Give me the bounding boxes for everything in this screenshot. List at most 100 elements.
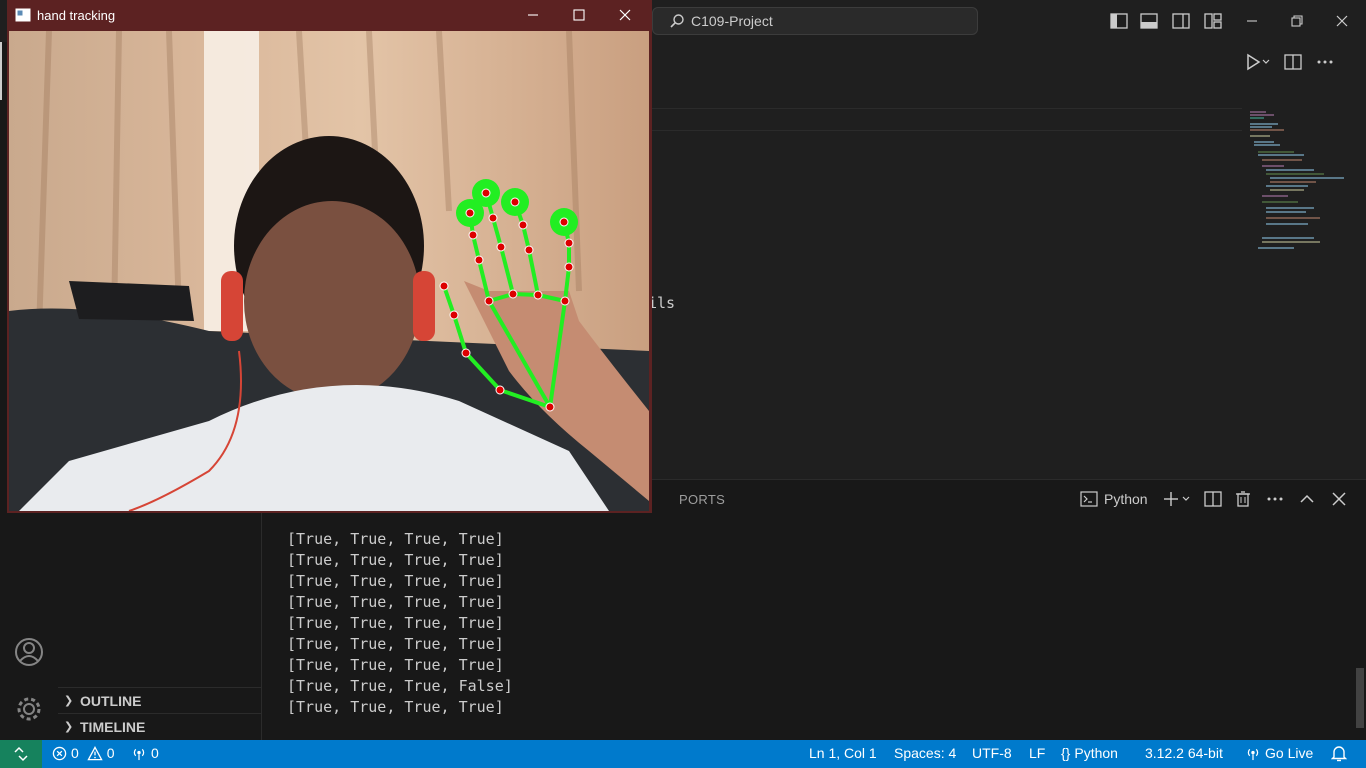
right-headphone	[413, 271, 435, 341]
maximize-panel-icon[interactable]	[1298, 490, 1316, 508]
encoding[interactable]: UTF-8	[972, 745, 1012, 761]
terminal-line: [True, True, True, True]	[287, 698, 504, 716]
maximize-icon	[573, 9, 585, 21]
more-actions-icon[interactable]	[1316, 53, 1334, 71]
braces-icon: {}	[1061, 745, 1071, 761]
landmark-point	[510, 197, 520, 207]
bag	[69, 281, 194, 321]
window-maximize-button[interactable]	[567, 5, 591, 25]
close-icon	[619, 9, 631, 21]
end-of-line[interactable]: LF	[1029, 745, 1045, 761]
landmark-point	[488, 213, 498, 223]
terminal-line: [True, True, True, True]	[287, 635, 504, 653]
new-terminal-icon[interactable]	[1162, 490, 1192, 508]
landmark-point	[533, 290, 543, 300]
terminal-line: [True, True, True, True]	[287, 614, 504, 632]
terminal-line: [True, True, True, True]	[287, 656, 504, 674]
terminal-line: [True, True, True, False]	[287, 677, 513, 695]
landmark-point	[461, 348, 471, 358]
language-mode[interactable]: {} Python	[1061, 745, 1118, 761]
go-live-button[interactable]: Go Live	[1245, 745, 1313, 761]
landmark-point	[545, 402, 555, 412]
outline-section[interactable]: ❯ OUTLINE	[58, 687, 262, 713]
landmark-point	[439, 281, 449, 291]
warning-count: 0	[106, 745, 115, 761]
split-editor-icon[interactable]	[1284, 53, 1302, 71]
remote-icon	[14, 746, 28, 762]
ports-indicator[interactable]: 0	[131, 745, 159, 761]
search-label: C109-Project	[691, 13, 773, 29]
command-center-search[interactable]: C109-Project	[652, 7, 978, 35]
landmark-point	[508, 289, 518, 299]
landmark-point	[559, 217, 569, 227]
landmark-point	[496, 242, 506, 252]
python-interpreter[interactable]: 3.12.2 64-bit	[1145, 745, 1223, 761]
warning-icon	[87, 745, 103, 760]
landmark-point	[481, 188, 491, 198]
landmark-point	[468, 230, 478, 240]
terminal-output[interactable]: [True, True, True, True] [True, True, Tr…	[287, 529, 513, 718]
code-fragment: ils	[648, 294, 676, 312]
landmark-point	[495, 385, 505, 395]
landmark-point	[524, 245, 534, 255]
terminal-line: [True, True, True, True]	[287, 572, 504, 590]
language-label: Python	[1074, 745, 1118, 761]
broadcast-icon	[133, 748, 145, 760]
timeline-section[interactable]: ❯ TIMELINE	[58, 713, 262, 739]
minimap[interactable]	[1244, 108, 1354, 268]
terminal-icon	[1080, 491, 1098, 507]
camera-feed	[9, 31, 649, 511]
terminal-profile-label[interactable]: Python	[1104, 491, 1148, 507]
terminal-line: [True, True, True, True]	[287, 593, 504, 611]
landmark-point	[564, 238, 574, 248]
cursor-position[interactable]: Ln 1, Col 1	[809, 745, 877, 761]
ports-count: 0	[151, 745, 159, 761]
window-minimize-button[interactable]	[521, 5, 545, 25]
play-icon[interactable]	[1244, 52, 1270, 72]
landmark-point	[465, 208, 475, 218]
terminal-toolbar: Python	[1080, 490, 1348, 508]
chevron-right-icon: ❯	[64, 721, 74, 733]
left-headphone	[221, 271, 243, 341]
customize-layout-icon[interactable]	[1204, 12, 1222, 30]
split-terminal-icon[interactable]	[1203, 490, 1222, 508]
landmark-point	[564, 262, 574, 272]
timeline-label: TIMELINE	[80, 718, 146, 735]
landmark-point	[518, 220, 528, 230]
terminal-line: [True, True, True, True]	[287, 530, 504, 548]
remote-button[interactable]	[0, 740, 42, 768]
close-icon[interactable]	[1333, 12, 1351, 30]
webcam-frame	[9, 31, 649, 511]
toggle-secondary-sidebar-icon[interactable]	[1172, 12, 1190, 30]
window-close-button[interactable]	[613, 5, 637, 25]
face	[244, 201, 420, 401]
restore-icon[interactable]	[1288, 12, 1306, 30]
landmark-point	[484, 296, 494, 306]
more-actions-icon[interactable]	[1266, 490, 1284, 508]
active-indicator	[0, 42, 2, 100]
error-count: 0	[71, 745, 79, 761]
terminal-scrollbar[interactable]	[1356, 668, 1364, 728]
terminal-line: [True, True, True, True]	[287, 551, 504, 569]
indentation[interactable]: Spaces: 4	[894, 745, 956, 761]
window-title: hand tracking	[37, 8, 116, 23]
bell-icon[interactable]	[1331, 744, 1347, 762]
search-icon	[670, 14, 684, 28]
problems-indicator[interactable]: 0 0	[52, 745, 115, 761]
tab-ports[interactable]: PORTS	[679, 492, 725, 507]
broadcast-icon	[1247, 748, 1259, 760]
error-icon	[52, 746, 67, 760]
outline-label: OUTLINE	[80, 692, 142, 709]
toggle-primary-sidebar-icon[interactable]	[1110, 12, 1128, 30]
editor-actions	[1244, 52, 1334, 72]
account-icon[interactable]	[14, 637, 44, 667]
close-panel-icon[interactable]	[1330, 490, 1348, 508]
gear-icon[interactable]	[14, 694, 44, 724]
landmark-point	[560, 296, 570, 306]
minimize-icon[interactable]	[1243, 12, 1261, 30]
chevron-right-icon: ❯	[64, 695, 74, 707]
landmark-point	[449, 310, 459, 320]
trash-icon[interactable]	[1234, 490, 1252, 508]
toggle-panel-icon[interactable]	[1140, 12, 1158, 30]
go-live-label: Go Live	[1265, 745, 1314, 761]
